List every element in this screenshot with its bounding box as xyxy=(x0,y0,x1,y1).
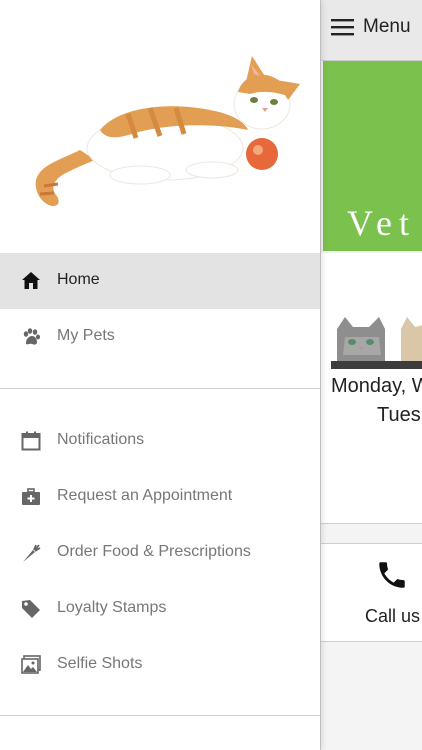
nav-item-my-pets[interactable]: My Pets xyxy=(0,309,320,365)
nav-item-home[interactable]: Home xyxy=(0,253,320,309)
nav-item-order-food[interactable]: Order Food & Prescriptions xyxy=(0,525,320,581)
tag-icon xyxy=(22,600,40,618)
hero-title: Vet xyxy=(347,203,416,243)
home-icon xyxy=(22,272,40,289)
kitten-image xyxy=(35,56,300,207)
carrot-icon xyxy=(23,544,41,562)
nav-label-notifications: Notifications xyxy=(57,431,145,448)
call-us-card[interactable]: Call us xyxy=(321,543,422,642)
nav-label-order-food: Order Food & Prescriptions xyxy=(57,543,251,560)
hamburger-icon xyxy=(331,19,354,36)
hours-card: Monday, W Tues xyxy=(321,253,422,524)
nav-item-notifications[interactable]: Notifications xyxy=(0,413,320,469)
main-page: Menu Vet Monday, W Tues Call us xyxy=(320,0,422,750)
drawer-header-image xyxy=(0,0,320,253)
nav-drawer: Home My Pets Notifications Request an Ap… xyxy=(0,0,320,750)
photos-icon xyxy=(21,655,41,674)
cats-image xyxy=(331,317,422,369)
nav-item-selfie-shots[interactable]: Selfie Shots xyxy=(0,637,320,693)
nav-label-my-pets: My Pets xyxy=(57,327,115,344)
nav-item-request-appointment[interactable]: Request an Appointment xyxy=(0,469,320,525)
calendar-icon xyxy=(21,431,41,451)
top-bar: Menu xyxy=(321,0,422,61)
hours-text-line2: Tues xyxy=(377,404,421,426)
nav-divider xyxy=(0,715,320,716)
nav-label-loyalty-stamps: Loyalty Stamps xyxy=(57,599,167,616)
nav-label-request-appointment: Request an Appointment xyxy=(57,487,233,504)
paw-icon xyxy=(23,328,40,345)
nav-label-selfie-shots: Selfie Shots xyxy=(57,655,143,672)
menu-label: Menu xyxy=(363,16,411,37)
hours-text-line1: Monday, W xyxy=(331,375,422,397)
phone-icon xyxy=(379,562,405,588)
nav-label-home: Home xyxy=(57,271,100,288)
menu-button[interactable]: Menu xyxy=(331,16,411,38)
medical-kit-icon xyxy=(22,488,40,505)
call-us-label: Call us xyxy=(365,606,421,626)
nav-divider xyxy=(0,388,320,389)
nav-item-loyalty-stamps[interactable]: Loyalty Stamps xyxy=(0,581,320,637)
hero-banner: Vet xyxy=(323,61,422,251)
